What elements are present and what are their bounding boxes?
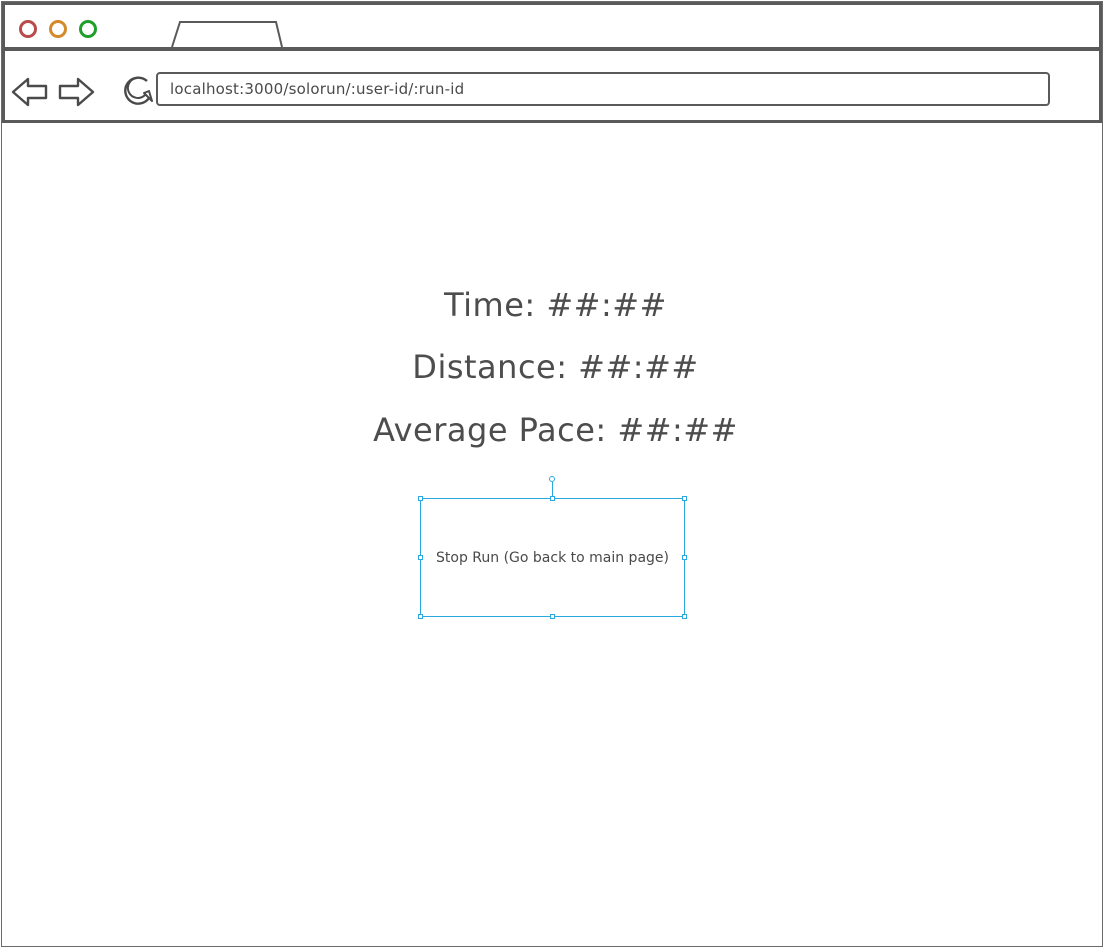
- distance-stat: Distance: ##:##: [412, 348, 699, 386]
- selection-handle-bottom[interactable]: [550, 614, 555, 619]
- close-window-button[interactable]: [19, 20, 37, 38]
- address-bar[interactable]: localhost:3000/solorun/:user-id/:run-id: [156, 72, 1050, 106]
- browser-title-bar: [2, 2, 1102, 50]
- selection-handle-top-right[interactable]: [682, 496, 687, 501]
- browser-tab[interactable]: [168, 19, 284, 47]
- average-pace-stat: Average Pace: ##:##: [373, 411, 738, 449]
- arrow-right-icon[interactable]: [56, 74, 96, 110]
- selection-handle-bottom-right[interactable]: [682, 614, 687, 619]
- selection-handle-top[interactable]: [550, 496, 555, 501]
- reload-icon[interactable]: [118, 71, 156, 109]
- selection-handle-top-left[interactable]: [418, 496, 423, 501]
- selection-rotate-handle[interactable]: [549, 476, 555, 482]
- stop-run-label: Stop Run (Go back to main page): [436, 549, 669, 566]
- browser-nav-bar: localhost:3000/solorun/:user-id/:run-id: [2, 50, 1102, 123]
- arrow-left-icon[interactable]: [10, 74, 50, 110]
- selection-handle-right[interactable]: [682, 555, 687, 560]
- minimize-window-button[interactable]: [49, 20, 67, 38]
- selection-handle-bottom-left[interactable]: [418, 614, 423, 619]
- time-stat: Time: ##:##: [444, 286, 667, 324]
- stop-run-button[interactable]: Stop Run (Go back to main page): [420, 498, 685, 617]
- selection-handle-left[interactable]: [418, 555, 423, 560]
- browser-window: [1, 1, 1103, 947]
- maximize-window-button[interactable]: [79, 20, 97, 38]
